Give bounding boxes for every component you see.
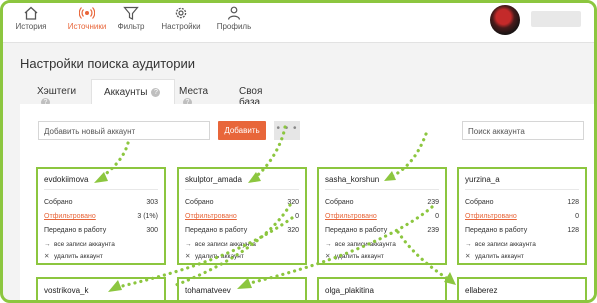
add-account-button[interactable]: Добавить bbox=[218, 121, 266, 140]
tab-places[interactable]: Места? bbox=[179, 79, 209, 107]
account-card: olga_plakitina bbox=[317, 277, 447, 300]
account-name[interactable]: olga_plakitina bbox=[325, 286, 374, 295]
close-icon: ✕ bbox=[465, 253, 471, 260]
tab-accounts[interactable]: Аккаунты? bbox=[91, 79, 175, 104]
account-card: ellaberez bbox=[457, 277, 587, 300]
arrow-right-icon: → bbox=[465, 241, 472, 248]
sources-icon bbox=[79, 7, 95, 19]
stat-sent: Передано в работу 128 bbox=[465, 227, 579, 234]
stat-sent: Передано в работу 239 bbox=[325, 227, 439, 234]
account-name[interactable]: sasha_korshun bbox=[325, 175, 379, 184]
all-records-link[interactable]: → все записи аккаунта bbox=[44, 241, 115, 248]
stat-filtered: Отфильтровано 0 bbox=[185, 213, 299, 220]
stat-collected: Собрано 303 bbox=[44, 199, 158, 206]
account-name[interactable]: tohamatveev bbox=[185, 286, 231, 295]
page-title: Настройки поиска аудитории bbox=[20, 56, 195, 71]
nav-label: История bbox=[15, 22, 47, 31]
divider bbox=[185, 189, 299, 190]
stat-sent: Передано в работу 300 bbox=[44, 227, 158, 234]
stat-filtered: Отфильтровано 0 bbox=[465, 213, 579, 220]
tab-label: Хэштеги bbox=[37, 86, 77, 97]
home-icon bbox=[24, 6, 38, 20]
user-icon bbox=[227, 6, 241, 20]
search-account-input[interactable]: Поиск аккаунта bbox=[462, 121, 584, 140]
nav-label: Фильтр bbox=[117, 22, 145, 31]
nav-item-profile[interactable]: Профиль bbox=[207, 6, 261, 31]
filtered-link[interactable]: Отфильтровано bbox=[325, 213, 377, 220]
all-records-link[interactable]: → все записи аккаунта bbox=[325, 241, 396, 248]
tab-own-base[interactable]: Своя база? bbox=[239, 79, 262, 118]
account-card: yurzina_a Собрано 128 Отфильтровано 0 Пере… bbox=[457, 167, 587, 265]
account-card: skulptor_amada Собрано 320 Отфильтровано 0… bbox=[177, 167, 307, 265]
account-name[interactable]: evdokiimova bbox=[44, 175, 88, 184]
avatar[interactable] bbox=[490, 5, 520, 35]
filter-icon bbox=[123, 6, 139, 20]
close-icon: ✕ bbox=[325, 253, 331, 260]
filtered-link[interactable]: Отфильтровано bbox=[465, 213, 517, 220]
all-records-link[interactable]: → все записи аккаунта bbox=[185, 241, 256, 248]
account-card: sasha_korshun Собрано 239 Отфильтровано 0 … bbox=[317, 167, 447, 265]
close-icon: ✕ bbox=[44, 253, 50, 260]
account-name[interactable]: ellaberez bbox=[465, 286, 497, 295]
account-name[interactable]: skulptor_amada bbox=[185, 175, 242, 184]
tab-hashtags[interactable]: Хэштеги? bbox=[37, 79, 77, 107]
app-frame: История Источники Фильтр Настройки Профи… bbox=[0, 0, 597, 303]
arrow-right-icon: → bbox=[325, 241, 332, 248]
nav-label: Настройки bbox=[161, 22, 201, 31]
top-nav: История Источники Фильтр Настройки Профи… bbox=[3, 3, 594, 43]
gear-icon bbox=[175, 7, 187, 19]
nav-item-settings[interactable]: Настройки bbox=[154, 6, 208, 31]
close-icon: ✕ bbox=[185, 253, 191, 260]
stat-collected: Собрано 320 bbox=[185, 199, 299, 206]
stat-filtered: Отфильтровано 3 (1%) bbox=[44, 213, 158, 220]
account-name[interactable]: vostrikova_k bbox=[44, 286, 88, 295]
delete-account-link[interactable]: ✕ удалить аккаунт bbox=[185, 252, 244, 260]
stat-filtered: Отфильтровано 0 bbox=[325, 213, 439, 220]
account-card: evdokiimova Собрано 303 Отфильтровано 3 (1… bbox=[36, 167, 166, 265]
stat-collected: Собрано 239 bbox=[325, 199, 439, 206]
arrow-right-icon: → bbox=[44, 241, 51, 248]
more-button[interactable]: • • • bbox=[274, 121, 300, 140]
help-icon[interactable]: ? bbox=[151, 88, 161, 97]
stat-collected: Собрано 128 bbox=[465, 199, 579, 206]
stat-sent: Передано в работу 320 bbox=[185, 227, 299, 234]
account-card: vostrikova_k bbox=[36, 277, 166, 300]
divider bbox=[325, 189, 439, 190]
filtered-link[interactable]: Отфильтровано bbox=[185, 213, 237, 220]
divider bbox=[44, 189, 158, 190]
nav-label: Профиль bbox=[216, 22, 252, 31]
delete-account-link[interactable]: ✕ удалить аккаунт bbox=[465, 252, 524, 260]
nav-item-history[interactable]: История bbox=[4, 6, 58, 31]
username-redacted bbox=[531, 11, 581, 27]
account-card: tohamatveev bbox=[177, 277, 307, 300]
account-name[interactable]: yurzina_a bbox=[465, 175, 500, 184]
divider bbox=[465, 189, 579, 190]
delete-account-link[interactable]: ✕ удалить аккаунт bbox=[325, 252, 384, 260]
nav-item-filter[interactable]: Фильтр bbox=[104, 6, 158, 31]
tab-label: Аккаунты bbox=[104, 87, 148, 98]
tab-label: Места bbox=[179, 86, 209, 97]
add-account-input[interactable]: Добавить новый аккаунт bbox=[38, 121, 210, 140]
delete-account-link[interactable]: ✕ удалить аккаунт bbox=[44, 252, 103, 260]
filtered-link[interactable]: Отфильтровано bbox=[44, 213, 96, 220]
all-records-link[interactable]: → все записи аккаунта bbox=[465, 241, 536, 248]
arrow-right-icon: → bbox=[185, 241, 192, 248]
